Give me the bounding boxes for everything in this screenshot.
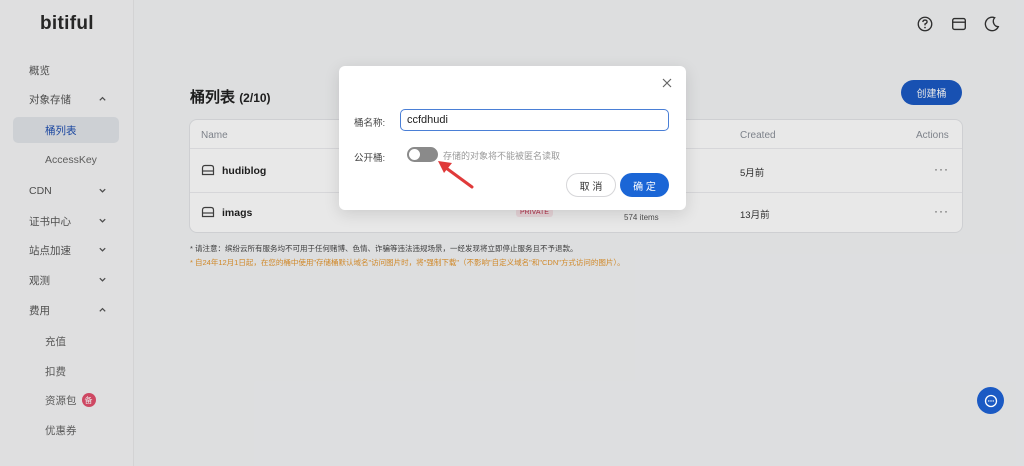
bucket-name-input[interactable]	[400, 109, 669, 131]
annotation-arrow-icon	[438, 161, 474, 189]
bucket-name-label: 桶名称:	[354, 118, 386, 129]
create-bucket-dialog: 桶名称: 公开桶: 存储的对象将不能被匿名读取 取 消 确 定	[339, 66, 686, 210]
close-icon[interactable]	[661, 77, 673, 89]
confirm-button[interactable]: 确 定	[620, 173, 669, 197]
chat-icon	[984, 394, 997, 407]
cancel-button[interactable]: 取 消	[566, 173, 616, 197]
toggle-knob	[409, 149, 420, 160]
public-bucket-label: 公开桶:	[354, 153, 386, 164]
support-chat-button[interactable]	[977, 387, 1004, 414]
